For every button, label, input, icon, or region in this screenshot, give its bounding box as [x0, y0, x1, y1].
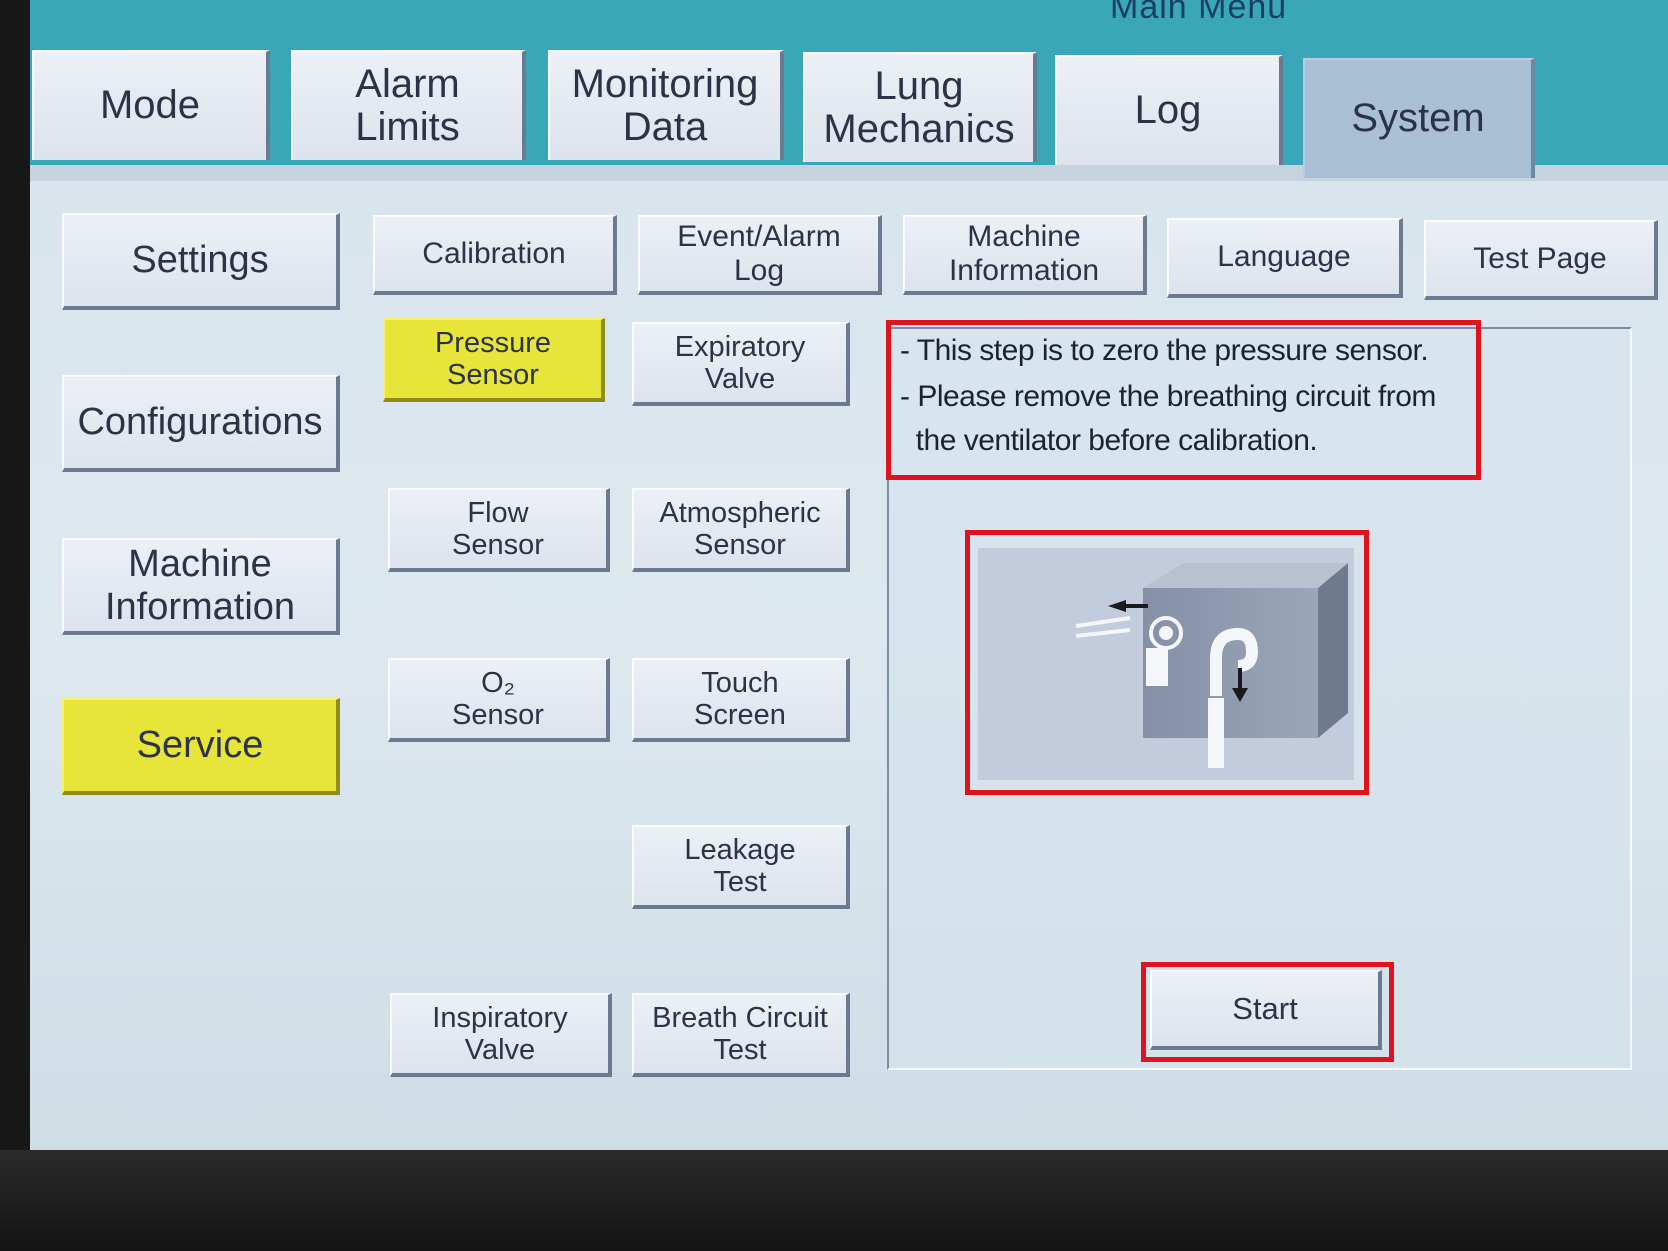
- sidebar-item-configurations[interactable]: Configurations: [62, 375, 340, 472]
- tab-alarm-limits[interactable]: Alarm Limits: [291, 50, 526, 160]
- subtab-calibration[interactable]: Calibration: [373, 215, 617, 295]
- subtab-test-page[interactable]: Test Page: [1424, 220, 1658, 300]
- leakage-test-button[interactable]: Leakage Test: [632, 825, 850, 909]
- instruction-highlight: [886, 320, 1481, 480]
- page-title: Main Menu: [1110, 0, 1288, 26]
- breath-circuit-test-button[interactable]: Breath Circuit Test: [632, 993, 850, 1077]
- tab-mode[interactable]: Mode: [32, 50, 270, 160]
- device-photo: Main Menu Mode Alarm Limits Monitoring D…: [0, 0, 1668, 1251]
- start-highlight: [1141, 962, 1394, 1062]
- illustration-highlight: [965, 530, 1369, 795]
- touch-screen-button[interactable]: Touch Screen: [632, 658, 850, 742]
- atmospheric-sensor-button[interactable]: Atmospheric Sensor: [632, 488, 850, 572]
- subtab-event-alarm-log[interactable]: Event/Alarm Log: [638, 215, 882, 295]
- subtab-machine-information[interactable]: Machine Information: [903, 215, 1147, 295]
- sidebar-item-machine-information[interactable]: Machine Information: [62, 538, 340, 635]
- inspiratory-valve-button[interactable]: Inspiratory Valve: [390, 993, 612, 1077]
- monitor-bezel-left: [0, 0, 30, 1251]
- title-bar: Main Menu: [30, 0, 1668, 50]
- flow-sensor-button[interactable]: Flow Sensor: [388, 488, 610, 572]
- tab-log[interactable]: Log: [1055, 55, 1283, 165]
- sidebar-item-service[interactable]: Service: [62, 698, 340, 795]
- expiratory-valve-button[interactable]: Expiratory Valve: [632, 322, 850, 406]
- subtab-language[interactable]: Language: [1167, 218, 1403, 298]
- tab-lung-mechanics[interactable]: Lung Mechanics: [803, 52, 1037, 162]
- tab-system[interactable]: System: [1303, 58, 1535, 178]
- monitor-bezel-bottom: [0, 1150, 1668, 1251]
- tab-monitoring-data[interactable]: Monitoring Data: [548, 50, 784, 160]
- sidebar-item-settings[interactable]: Settings: [62, 213, 340, 310]
- pressure-sensor-button[interactable]: Pressure Sensor: [383, 318, 605, 402]
- o2-sensor-button[interactable]: O₂ Sensor: [388, 658, 610, 742]
